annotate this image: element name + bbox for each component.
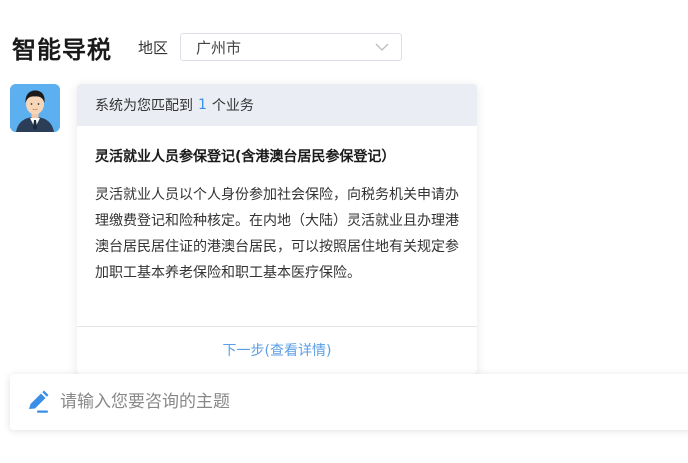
page: 智能导税 地区 广州市 系统为您匹配到 1 个业务 灵活就业人员参保登记(含港澳… xyxy=(0,0,688,463)
assistant-avatar xyxy=(10,84,60,132)
service-description: 灵活就业人员以个人身份参加社会保险，向税务机关申请办理缴费登记和险种核定。在内地… xyxy=(95,187,459,281)
service-title: 灵活就业人员参保登记(含港澳台居民参保登记） xyxy=(95,149,396,165)
service-match-card: 系统为您匹配到 1 个业务 灵活就业人员参保登记(含港澳台居民参保登记） 灵活就… xyxy=(77,84,477,374)
header: 智能导税 地区 广州市 xyxy=(12,30,403,64)
topic-input[interactable] xyxy=(60,392,620,412)
match-suffix: 个业务 xyxy=(211,98,254,114)
match-summary: 系统为您匹配到 1 个业务 xyxy=(77,84,477,126)
region-select-value: 广州市 xyxy=(196,38,242,57)
card-body: 灵活就业人员参保登记(含港澳台居民参保登记） 灵活就业人员以个人身份参加社会保险… xyxy=(77,126,477,286)
edit-pen-icon xyxy=(26,390,50,414)
match-count: 1 xyxy=(198,97,207,113)
divider xyxy=(77,326,477,327)
region-label: 地区 xyxy=(138,38,169,57)
region-select[interactable]: 广州市 xyxy=(180,33,403,61)
page-title: 智能导税 xyxy=(12,35,112,64)
match-prefix: 系统为您匹配到 xyxy=(95,98,193,114)
next-step-link[interactable]: 下一步(查看详情) xyxy=(77,340,477,360)
chevron-down-icon xyxy=(375,42,389,52)
agent-avatar-icon xyxy=(10,84,60,132)
topic-input-bar xyxy=(10,374,688,430)
